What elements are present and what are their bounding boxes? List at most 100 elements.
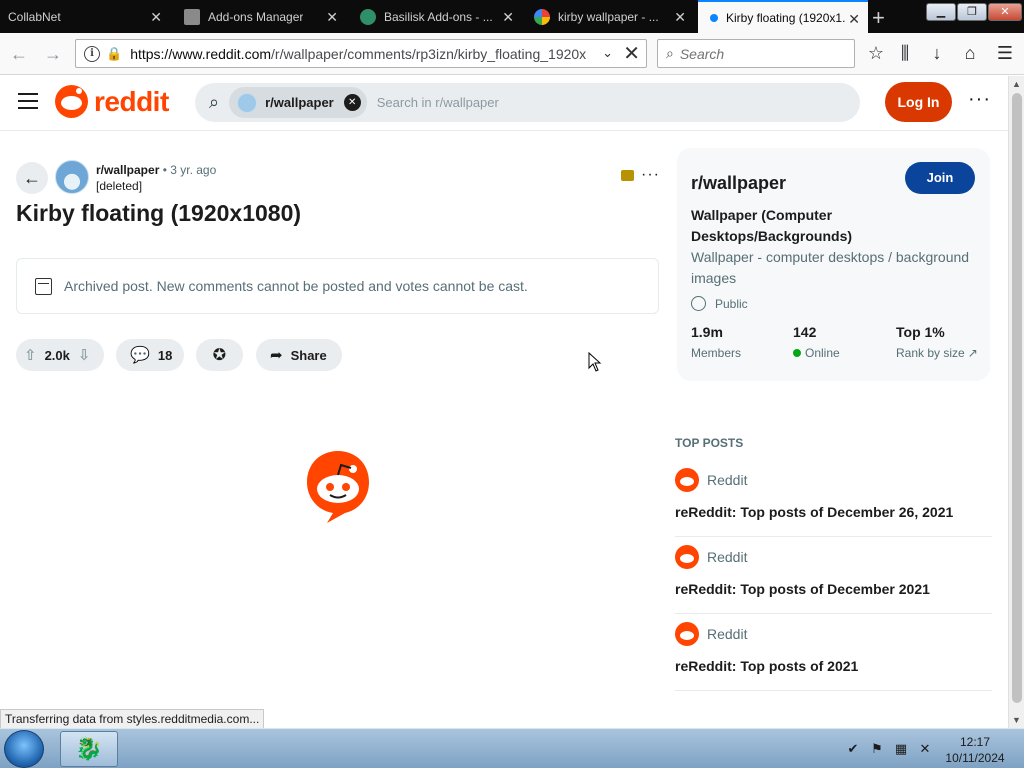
top-post-title[interactable]: reReddit: Top posts of December 26, 2021 [675, 504, 953, 520]
downvote-icon[interactable]: ⇩ [78, 346, 91, 364]
tab-addons-manager[interactable]: Add-ons Manager ✕ [176, 0, 346, 33]
community-name: r/wallpaper [691, 173, 787, 193]
reddit-icon [675, 545, 699, 569]
reddit-logo[interactable]: reddit [55, 85, 169, 118]
post-meta: r/wallpaper • 3 yr. ago [deleted] [96, 163, 216, 193]
post-author: [deleted] [96, 179, 143, 193]
search-icon: ⌕ [209, 92, 220, 112]
top-post-item[interactable]: Reddit reReddit: Top posts of 2021 [675, 614, 992, 691]
search-placeholder: Search [679, 45, 725, 62]
archived-notice: Archived post. New comments cannot be po… [16, 258, 659, 314]
reddit-wordmark: reddit [94, 85, 169, 117]
snoo-icon [55, 85, 88, 118]
chevron-down-icon[interactable]: ⌄ [602, 45, 613, 61]
subreddit-search-chip[interactable]: r/wallpaper ✕ [229, 87, 367, 118]
tab-collabnet[interactable]: CollabNet ✕ [0, 0, 170, 33]
join-button[interactable]: Join [905, 162, 975, 194]
forward-arrow-icon[interactable]: → [40, 41, 66, 67]
tab-close-icon[interactable]: ✕ [326, 9, 338, 26]
flag-icon[interactable]: ⚑ [869, 741, 885, 757]
back-button[interactable]: ← [16, 162, 48, 194]
info-icon[interactable]: i [84, 45, 100, 62]
top-post-source: Reddit [707, 549, 748, 565]
stat-label-row: Online [793, 346, 840, 360]
reddit-icon [675, 622, 699, 646]
bookmark-star-icon[interactable]: ☆ [865, 43, 887, 64]
tab-basilisk-addons[interactable]: Basilisk Add-ons - ... ✕ [352, 0, 522, 33]
network-icon[interactable]: ▦ [893, 741, 909, 757]
clear-chip-icon[interactable]: ✕ [343, 94, 361, 111]
top-post-item[interactable]: Reddit reReddit: Top posts of December 2… [675, 460, 992, 537]
tab-kirby-wallpaper-search[interactable]: kirby wallpaper - ... ✕ [526, 0, 694, 33]
search-placeholder: Search in r/wallpaper [376, 95, 499, 110]
stat-label-row[interactable]: Rank by size ↗ [896, 346, 978, 360]
minimize-button[interactable]: ▁ [926, 3, 956, 21]
new-tab-icon[interactable]: + [872, 5, 885, 31]
maximize-button[interactable]: ❐ [957, 3, 987, 21]
start-button[interactable] [4, 730, 44, 768]
stat-members: 1.9m Members [691, 324, 741, 360]
comment-count: 18 [157, 347, 173, 363]
taskbar-clock[interactable]: 12:17 10/11/2024 [942, 734, 1008, 766]
download-icon[interactable]: ↓ [926, 43, 948, 64]
web-page: reddit ⌕ r/wallpaper ✕ Search in r/wallp… [0, 76, 1008, 728]
share-button[interactable]: ➦ Share [256, 339, 342, 371]
share-icon: ➦ [270, 347, 283, 364]
tab-label: Add-ons Manager [208, 9, 304, 24]
stop-icon[interactable]: ✕ [623, 41, 640, 66]
community-description: Wallpaper - computer desktops / backgrou… [691, 249, 970, 286]
tab-close-icon[interactable]: ✕ [150, 9, 162, 26]
page-scrollbar[interactable]: ▲ ▼ [1008, 76, 1024, 728]
stat-label: Members [691, 346, 742, 360]
loading-dot-icon [710, 13, 718, 22]
url-bar[interactable]: i 🔒 https://www.reddit.com/r/wallpaper/c… [75, 39, 647, 68]
scroll-down-icon[interactable]: ▼ [1012, 715, 1021, 725]
library-icon[interactable]: ⫼ [894, 43, 916, 64]
taskbar-basilisk-app[interactable]: 🐉 [60, 731, 118, 767]
reddit-search-input[interactable]: ⌕ r/wallpaper ✕ Search in r/wallpaper [195, 83, 860, 122]
back-arrow-icon[interactable]: ← [6, 41, 32, 67]
login-button[interactable]: Log In [885, 82, 952, 122]
post-time: 3 yr. ago [170, 163, 217, 177]
stat-label: Rank by size [896, 346, 965, 360]
post-subreddit-link[interactable]: r/wallpaper [96, 163, 159, 177]
community-sidebar: r/wallpaper Join Wallpaper (Computer Des… [677, 148, 990, 381]
tab-kirby-floating[interactable]: Kirby floating (1920x1... ✕ [698, 0, 868, 33]
system-tray: ✔ ⚑ ▦ ✕ [845, 741, 941, 757]
scrollbar-thumb[interactable] [1012, 93, 1022, 703]
upvote-icon[interactable]: ⇧ [24, 346, 37, 364]
home-icon[interactable]: ⌂ [959, 43, 981, 64]
volume-muted-icon[interactable]: ✕ [917, 741, 933, 757]
reddit-icon [675, 468, 699, 492]
search-icon: ⌕ [666, 45, 674, 61]
top-post-item[interactable]: Reddit reReddit: Top posts of December 2… [675, 537, 992, 614]
tab-close-icon[interactable]: ✕ [502, 9, 514, 26]
puzzle-icon [184, 8, 200, 25]
tab-label: Basilisk Add-ons - ... [384, 9, 493, 24]
tab-close-icon[interactable]: ✕ [848, 11, 860, 28]
subreddit-avatar[interactable] [55, 160, 89, 194]
hamburger-menu-icon[interactable]: ☰ [994, 43, 1016, 64]
menu-icon[interactable] [18, 93, 38, 109]
security-icon[interactable]: ✔ [845, 741, 861, 757]
mouse-cursor-icon [588, 352, 602, 372]
vote-controls: ⇧ 2.0k ⇩ [16, 339, 104, 371]
clock-time: 12:17 [959, 735, 991, 749]
browser-tab-bar: CollabNet ✕ Add-ons Manager ✕ Basilisk A… [0, 0, 1024, 33]
top-posts-heading: TOP POSTS [675, 436, 744, 450]
comments-button[interactable]: 💬 18 [116, 339, 184, 371]
tab-close-icon[interactable]: ✕ [674, 9, 686, 26]
top-post-title[interactable]: reReddit: Top posts of December 2021 [675, 581, 930, 597]
windows-taskbar: 🐉 ✔ ⚑ ▦ ✕ 12:17 10/11/2024 [0, 728, 1024, 768]
more-options-icon[interactable]: ··· [968, 88, 991, 111]
award-button[interactable]: ✪ [196, 339, 243, 371]
scroll-up-icon[interactable]: ▲ [1012, 79, 1021, 89]
post-more-options-icon[interactable]: ··· [641, 166, 660, 184]
google-icon [534, 8, 550, 25]
top-post-title[interactable]: reReddit: Top posts of 2021 [675, 658, 858, 674]
close-window-button[interactable]: ✕ [988, 3, 1022, 21]
vote-score: 2.0k [44, 347, 70, 363]
stat-rank: Top 1% Rank by size ↗ [896, 324, 978, 360]
tab-label: Kirby floating (1920x1... [726, 10, 846, 25]
browser-search-input[interactable]: ⌕ Search [657, 39, 855, 68]
